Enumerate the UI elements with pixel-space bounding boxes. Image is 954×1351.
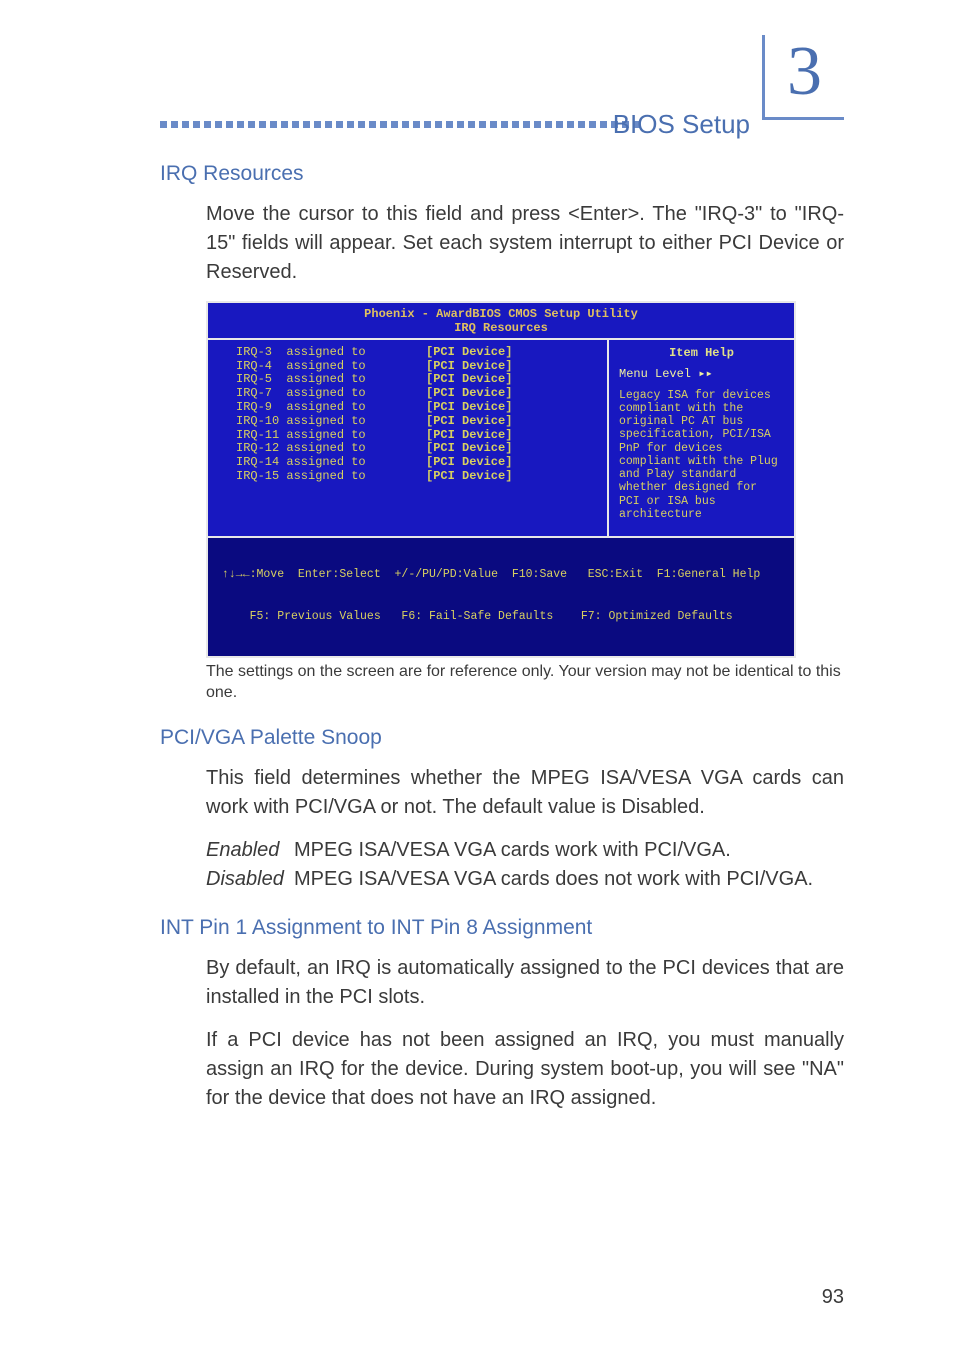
bios-label[interactable]: IRQ-7 assigned to (236, 387, 426, 401)
bios-value[interactable]: [PCI Device] (426, 360, 512, 374)
decorative-dots (160, 121, 640, 128)
bios-help-text: Legacy ISA for devices compliant with th… (619, 389, 784, 521)
section-title-irq: IRQ Resources (160, 162, 844, 186)
bios-row: IRQ-4 assigned to[PCI Device] (236, 360, 597, 374)
bios-row: IRQ-11 assigned to[PCI Device] (236, 429, 597, 443)
intpin-para2: If a PCI device has not been assigned an… (206, 1026, 844, 1113)
bios-footer-line1: ↑↓→←:Move Enter:Select +/-/PU/PD:Value F… (222, 568, 780, 582)
chapter-box: 3 (762, 35, 844, 120)
bios-value[interactable]: [PCI Device] (426, 429, 512, 443)
page-number: 93 (822, 1286, 844, 1309)
bios-row: IRQ-14 assigned to[PCI Device] (236, 456, 597, 470)
bios-value[interactable]: [PCI Device] (426, 401, 512, 415)
bios-menu-level: Menu Level ▸▸ (619, 366, 784, 381)
bios-label[interactable]: IRQ-4 assigned to (236, 360, 426, 374)
palette-options: Enabled MPEG ISA/VESA VGA cards work wit… (206, 836, 844, 894)
section-title-palette: PCI/VGA Palette Snoop (160, 726, 844, 750)
bios-screenshot: Phoenix - AwardBIOS CMOS Setup Utility I… (206, 301, 796, 658)
bios-label[interactable]: IRQ-12 assigned to (236, 442, 426, 456)
bios-help-pane: Item Help Menu Level ▸▸ Legacy ISA for d… (609, 340, 794, 536)
bios-label[interactable]: IRQ-15 assigned to (236, 470, 426, 484)
bios-value[interactable]: [PCI Device] (426, 470, 512, 484)
bios-row: IRQ-3 assigned to[PCI Device] (236, 346, 597, 360)
bios-row: IRQ-9 assigned to[PCI Device] (236, 401, 597, 415)
bios-value[interactable]: [PCI Device] (426, 415, 512, 429)
bios-value[interactable]: [PCI Device] (426, 346, 512, 360)
bios-caption: The settings on the screen are for refer… (206, 662, 844, 704)
bios-label[interactable]: IRQ-5 assigned to (236, 373, 426, 387)
bios-settings-pane: IRQ-3 assigned to[PCI Device] IRQ-4 assi… (208, 340, 609, 536)
bios-value[interactable]: [PCI Device] (426, 442, 512, 456)
bios-body: IRQ-3 assigned to[PCI Device] IRQ-4 assi… (208, 338, 794, 538)
bios-value[interactable]: [PCI Device] (426, 456, 512, 470)
bios-title: Phoenix - AwardBIOS CMOS Setup Utility I… (208, 303, 794, 338)
intpin-para1: By default, an IRQ is automatically assi… (206, 954, 844, 1012)
bios-label[interactable]: IRQ-9 assigned to (236, 401, 426, 415)
option-row: Disabled MPEG ISA/VESA VGA cards does no… (206, 865, 844, 894)
bios-row: IRQ-7 assigned to[PCI Device] (236, 387, 597, 401)
header-title: BIOS Setup (613, 109, 750, 140)
bios-label[interactable]: IRQ-11 assigned to (236, 429, 426, 443)
bios-footer: ↑↓→←:Move Enter:Select +/-/PU/PD:Value F… (208, 538, 794, 656)
option-term: Enabled (206, 836, 294, 865)
section-title-intpin: INT Pin 1 Assignment to INT Pin 8 Assign… (160, 916, 844, 940)
option-desc: MPEG ISA/VESA VGA cards does not work wi… (294, 865, 844, 894)
bios-title-line2: IRQ Resources (208, 321, 794, 335)
chapter-number: 3 (787, 37, 822, 115)
bios-help-title: Item Help (619, 346, 784, 360)
bios-label[interactable]: IRQ-10 assigned to (236, 415, 426, 429)
bios-row: IRQ-15 assigned to[PCI Device] (236, 470, 597, 484)
bios-value[interactable]: [PCI Device] (426, 387, 512, 401)
bios-title-line1: Phoenix - AwardBIOS CMOS Setup Utility (208, 307, 794, 321)
bios-value[interactable]: [PCI Device] (426, 373, 512, 387)
bios-row: IRQ-10 assigned to[PCI Device] (236, 415, 597, 429)
page-header: BIOS Setup 3 (160, 50, 844, 140)
bios-row: IRQ-5 assigned to[PCI Device] (236, 373, 597, 387)
bios-row: IRQ-12 assigned to[PCI Device] (236, 442, 597, 456)
irq-body: Move the cursor to this field and press … (206, 200, 844, 287)
bios-label[interactable]: IRQ-3 assigned to (236, 346, 426, 360)
option-term: Disabled (206, 865, 294, 894)
bios-label[interactable]: IRQ-14 assigned to (236, 456, 426, 470)
palette-body: This field determines whether the MPEG I… (206, 764, 844, 822)
option-desc: MPEG ISA/VESA VGA cards work with PCI/VG… (294, 836, 844, 865)
option-row: Enabled MPEG ISA/VESA VGA cards work wit… (206, 836, 844, 865)
bios-footer-line2: F5: Previous Values F6: Fail-Safe Defaul… (222, 610, 780, 624)
